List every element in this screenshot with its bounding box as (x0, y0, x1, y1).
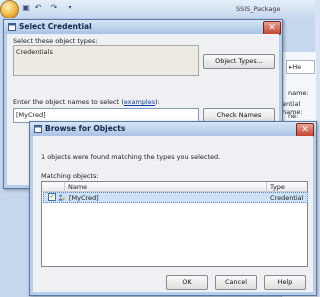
column-header-name[interactable]: Name (68, 183, 87, 191)
close-button[interactable]: ✕ (263, 21, 281, 35)
object-types-field: Credentials (13, 45, 199, 76)
app-help-button[interactable]: ▸He (286, 60, 315, 74)
browse-title: Browse for Objects (45, 124, 126, 133)
row-checkbox[interactable]: ✓ (48, 193, 56, 201)
customize-toolbar-icon[interactable]: ▾ (66, 4, 74, 12)
names-label-end: ): (155, 98, 160, 106)
app-window-title: SSIS_Package (236, 5, 281, 13)
help-button[interactable]: Help (264, 275, 306, 290)
row-type: Credential (270, 194, 304, 202)
list-row[interactable]: ✓ [MyCred] Credential (43, 192, 308, 203)
dialog-title-bar: Select Credential ✕ (4, 20, 282, 35)
object-names-value: [MyCred] (16, 111, 46, 119)
cancel-button[interactable]: Cancel (215, 275, 257, 290)
results-status-text: 1 objects were found matching the types … (41, 153, 221, 161)
names-label: Enter the object names to select (exampl… (13, 98, 160, 106)
object-types-label: Select these object types: (13, 37, 98, 45)
row-name: [MyCred] (69, 194, 99, 202)
app-label-ne: ne: (288, 112, 299, 120)
user-icon (58, 194, 65, 201)
browse-close-button[interactable]: ✕ (296, 123, 314, 137)
column-separator (64, 182, 65, 191)
column-header-type[interactable]: Type (270, 183, 285, 191)
names-label-text: Enter the object names to select ( (13, 98, 124, 106)
redo-icon[interactable]: ↷ (50, 4, 58, 12)
browse-title-bar: Browse for Objects ✕ (30, 122, 316, 137)
app-label-credential: ential name: (282, 100, 303, 116)
column-separator (266, 182, 267, 191)
dialog-title: Select Credential (19, 22, 92, 31)
save-icon[interactable]: ▣ (22, 4, 30, 12)
window-icon (8, 23, 16, 31)
object-types-value: Credentials (16, 48, 53, 56)
list-header: Name Type (42, 182, 307, 192)
undo-icon[interactable]: ↶ (34, 4, 42, 12)
office-button[interactable] (0, 0, 19, 19)
app-label-name: name: (288, 89, 309, 97)
ok-button[interactable]: OK (166, 275, 208, 290)
matching-objects-label: Matching objects: (41, 172, 99, 180)
examples-link[interactable]: examples (124, 98, 155, 106)
object-types-button[interactable]: Object Types... (203, 54, 275, 69)
browse-body: 1 objects were found matching the types … (33, 136, 313, 292)
browse-for-objects-dialog: Browse for Objects ✕ 1 objects were foun… (29, 121, 317, 296)
app-help-label: He (292, 63, 302, 71)
matching-objects-list[interactable]: Name Type ✓ [MyCred] Credential (41, 181, 308, 267)
browse-window-icon (34, 125, 42, 133)
